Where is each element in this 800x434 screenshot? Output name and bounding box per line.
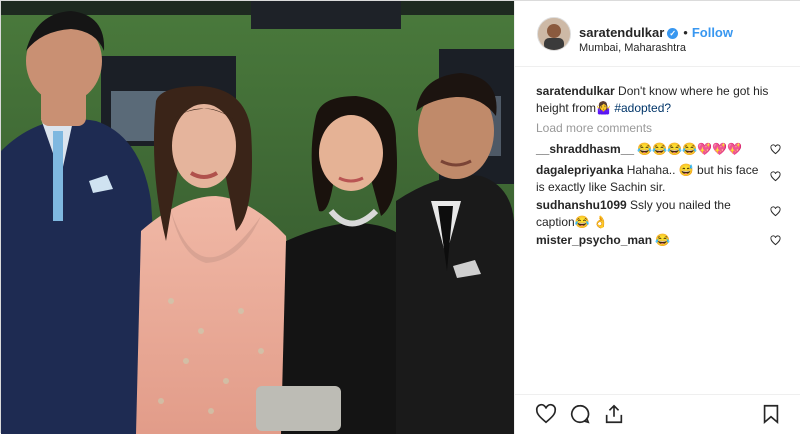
post-actions-bar — [515, 394, 800, 434]
post-side-panel: saratendulkar ✓ • Follow Mumbai, Maharashtr… — [514, 1, 800, 434]
share-icon[interactable] — [603, 403, 625, 425]
caption-username[interactable]: saratendulkar — [536, 84, 615, 98]
comment: __shraddhasm__ 😂😂😂😂💖💖💖 — [536, 141, 766, 158]
post-photo[interactable] — [1, 1, 514, 434]
comment-text: 😂😂😂😂💖💖💖 — [637, 142, 742, 156]
like-heart-icon[interactable] — [535, 403, 557, 425]
post-caption: saratendulkar Don't know where he got hi… — [536, 83, 786, 117]
comment: dagalepriyanka Hahaha.. 😅 but his face i… — [536, 162, 766, 196]
bookmark-icon[interactable] — [760, 403, 782, 425]
caption-hashtag[interactable]: #adopted? — [614, 101, 671, 115]
avatar-image — [538, 18, 570, 50]
post-header-user: saratendulkar ✓ • Follow — [579, 25, 733, 40]
verified-badge-icon: ✓ — [667, 28, 679, 39]
heart-icon[interactable] — [770, 206, 781, 217]
comment: mister_psycho_man 😂 — [536, 232, 766, 249]
follow-button[interactable]: Follow — [692, 25, 733, 40]
post-photo-image — [1, 1, 514, 434]
avatar[interactable] — [537, 17, 571, 51]
comment-text: 😂 — [655, 233, 671, 247]
load-more-comments-button[interactable]: Load more comments — [536, 121, 652, 135]
comment-username[interactable]: dagalepriyanka — [536, 163, 623, 177]
heart-icon[interactable] — [770, 144, 781, 155]
instagram-post: saratendulkar ✓ • Follow Mumbai, Maharashtr… — [0, 0, 800, 434]
comment-username[interactable]: __shraddhasm__ — [536, 142, 634, 156]
location-link[interactable]: Mumbai, Maharashtra — [579, 42, 686, 54]
username-link[interactable]: saratendulkar — [579, 25, 664, 40]
comment-username[interactable]: mister_psycho_man — [536, 233, 652, 247]
separator-dot: • — [683, 25, 688, 40]
heart-icon[interactable] — [770, 171, 781, 182]
post-header: saratendulkar ✓ • Follow Mumbai, Maharashtr… — [515, 1, 800, 67]
comment-icon[interactable] — [569, 403, 591, 425]
comment-username[interactable]: sudhanshu1099 — [536, 198, 627, 212]
heart-icon[interactable] — [770, 235, 781, 246]
comment: sudhanshu1099 Ssly you nailed the captio… — [536, 197, 766, 231]
